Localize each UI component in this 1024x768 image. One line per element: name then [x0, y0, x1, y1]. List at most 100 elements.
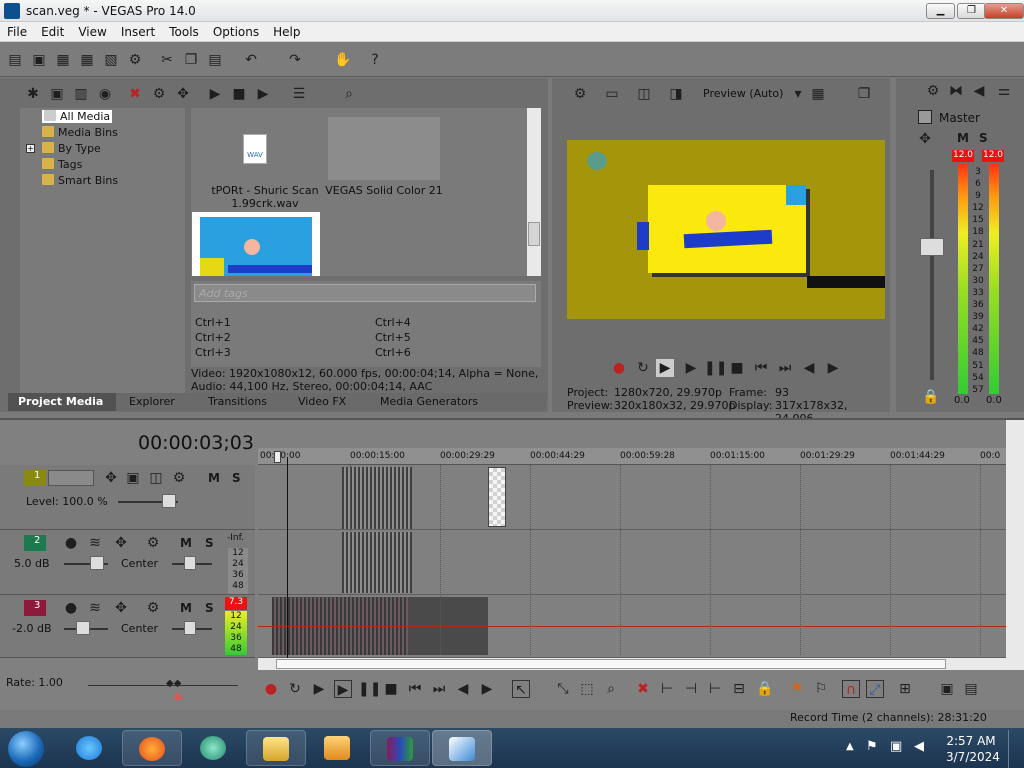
- show-desktop-button[interactable]: [1008, 730, 1024, 768]
- move-icon[interactable]: ✥: [174, 85, 192, 103]
- go-end-icon[interactable]: ⏭: [776, 359, 794, 377]
- tab-explorer[interactable]: Explorer: [129, 395, 175, 408]
- preview-quality-dropdown[interactable]: Preview (Auto): [703, 87, 783, 100]
- taskbar-media-player[interactable]: [184, 730, 244, 766]
- trim-icon[interactable]: ⊢: [658, 680, 676, 698]
- redo-icon[interactable]: ↷: [286, 51, 304, 69]
- globe-icon[interactable]: ◉: [96, 85, 114, 103]
- tl-go-start-icon[interactable]: ⏮: [406, 680, 424, 698]
- track-1-name-field[interactable]: [48, 470, 94, 486]
- ripple-edit-icon[interactable]: ⊞: [896, 680, 914, 698]
- track-1-parent-icon[interactable]: ◫: [147, 469, 165, 487]
- new-icon[interactable]: ▤: [6, 51, 24, 69]
- playhead[interactable]: [274, 451, 281, 463]
- track-2-gear-icon[interactable]: ⚙: [144, 534, 162, 552]
- open-icon[interactable]: ▣: [30, 51, 48, 69]
- track-3-solo-button[interactable]: S: [205, 601, 214, 615]
- master-mute-button[interactable]: M: [957, 131, 969, 145]
- taskbar-explorer[interactable]: [246, 730, 306, 766]
- shortcut-2[interactable]: Ctrl+2: [195, 331, 231, 344]
- track-3-gear-icon[interactable]: ⚙: [144, 599, 162, 617]
- menu-edit[interactable]: Edit: [34, 22, 71, 42]
- grid-icon[interactable]: ▦: [809, 85, 827, 103]
- shortcut-3[interactable]: Ctrl+3: [195, 346, 231, 359]
- track-2-arm-record-icon[interactable]: ●: [62, 534, 80, 552]
- undo-icon[interactable]: ↶: [242, 51, 260, 69]
- preview-play-icon[interactable]: ▶: [682, 359, 700, 377]
- maximize-button[interactable]: ❐: [957, 3, 986, 19]
- lock-clip-icon[interactable]: 🔒: [756, 680, 774, 698]
- cut-icon[interactable]: ✂: [158, 51, 176, 69]
- master-fx-icon[interactable]: ✥: [916, 130, 934, 148]
- auto-preview-icon[interactable]: ▶: [254, 85, 272, 103]
- import-media-icon[interactable]: ✱: [24, 85, 42, 103]
- preview-gear-icon[interactable]: ⚙: [571, 85, 589, 103]
- properties-gear-icon[interactable]: ⚙: [126, 51, 144, 69]
- shortcut-4[interactable]: Ctrl+4: [375, 316, 411, 329]
- tree-item-tags[interactable]: Tags: [42, 158, 82, 171]
- add-tags-input[interactable]: Add tags: [194, 284, 536, 302]
- close-button[interactable]: ✕: [984, 3, 1024, 19]
- audio-clip-2[interactable]: [342, 532, 412, 593]
- taskbar-ie[interactable]: [60, 730, 120, 766]
- render-icon[interactable]: ▧: [102, 51, 120, 69]
- tl-play-icon[interactable]: ▶: [334, 680, 352, 698]
- external-monitor-icon[interactable]: ▭: [603, 85, 621, 103]
- tab-video-fx[interactable]: Video FX: [298, 395, 346, 408]
- track-3-arm-record-icon[interactable]: ●: [62, 599, 80, 617]
- track-1-level-slider[interactable]: [162, 494, 176, 508]
- speaker-icon[interactable]: ◀: [970, 82, 988, 100]
- timeline-v-scrollbar[interactable]: [1006, 420, 1024, 660]
- menu-view[interactable]: View: [71, 22, 113, 42]
- volume-envelope[interactable]: [258, 626, 1006, 627]
- track-2-mute-button[interactable]: M: [180, 536, 192, 550]
- tl-stop-icon[interactable]: ■: [382, 680, 400, 698]
- tab-project-media[interactable]: Project Media: [8, 393, 116, 411]
- master-gear-icon[interactable]: ⚙: [924, 82, 942, 100]
- trim-start-icon[interactable]: ⊣: [682, 680, 700, 698]
- lock-icon[interactable]: 🔒: [922, 388, 940, 406]
- master-checkbox[interactable]: [918, 110, 932, 124]
- media-fx-gear-icon[interactable]: ⚙: [150, 85, 168, 103]
- next-frame-icon[interactable]: ▶: [824, 359, 842, 377]
- envelope-tool-icon[interactable]: ⤡: [554, 680, 572, 698]
- taskbar-firefox[interactable]: [122, 730, 182, 766]
- track-2-volume-slider[interactable]: [90, 556, 104, 570]
- track-1-compositing-icon[interactable]: ▣: [124, 469, 142, 487]
- track-1-fx-gear-icon[interactable]: ⚙: [170, 469, 188, 487]
- master-fader-handle[interactable]: [920, 238, 944, 256]
- volume-icon[interactable]: ◀: [914, 739, 924, 754]
- paste-icon[interactable]: ▤: [206, 51, 224, 69]
- menu-tools[interactable]: Tools: [162, 22, 206, 42]
- track-3-invert-phase-icon[interactable]: ≋: [86, 599, 104, 617]
- rate-slider-handle[interactable]: ◆◆: [166, 678, 188, 692]
- tl-play-start-icon[interactable]: ▶: [310, 680, 328, 698]
- tab-media-generators[interactable]: Media Generators: [380, 395, 478, 408]
- track-3-mute-button[interactable]: M: [180, 601, 192, 615]
- play-icon[interactable]: ▶: [206, 85, 224, 103]
- track-3-pan-slider[interactable]: [184, 621, 196, 635]
- tl-loop-icon[interactable]: ↻: [286, 680, 304, 698]
- loop-icon[interactable]: ↻: [634, 359, 652, 377]
- menu-insert[interactable]: Insert: [114, 22, 162, 42]
- save-as-icon[interactable]: ▦: [78, 51, 96, 69]
- zoom-tool-icon[interactable]: ⌕: [602, 680, 620, 698]
- search-icon[interactable]: ⌕: [340, 85, 358, 103]
- preview-stop-icon[interactable]: ■: [728, 359, 746, 377]
- minimize-button[interactable]: ▁: [926, 3, 955, 19]
- tl-prev-frame-icon[interactable]: ◀: [454, 680, 472, 698]
- selection-tool-icon[interactable]: ⬚: [578, 680, 596, 698]
- taskbar-video[interactable]: [308, 730, 368, 766]
- timeline-h-scrollbar[interactable]: [258, 658, 1024, 670]
- show-hidden-icons-icon[interactable]: ▲: [846, 741, 854, 752]
- taskbar-vegas[interactable]: [432, 730, 492, 766]
- prev-frame-icon[interactable]: ◀: [800, 359, 818, 377]
- taskbar-winrar[interactable]: [370, 730, 430, 766]
- region-icon[interactable]: ⚐: [812, 680, 830, 698]
- track-1-motion-icon[interactable]: ✥: [102, 469, 120, 487]
- tree-item-by-type[interactable]: By Type: [42, 142, 101, 155]
- menu-options[interactable]: Options: [206, 22, 266, 42]
- event-pan-crop-icon[interactable]: ▣: [938, 680, 956, 698]
- quality-chevron-down-icon[interactable]: ▾: [789, 85, 807, 103]
- normal-edit-tool-icon[interactable]: ↖: [512, 680, 530, 698]
